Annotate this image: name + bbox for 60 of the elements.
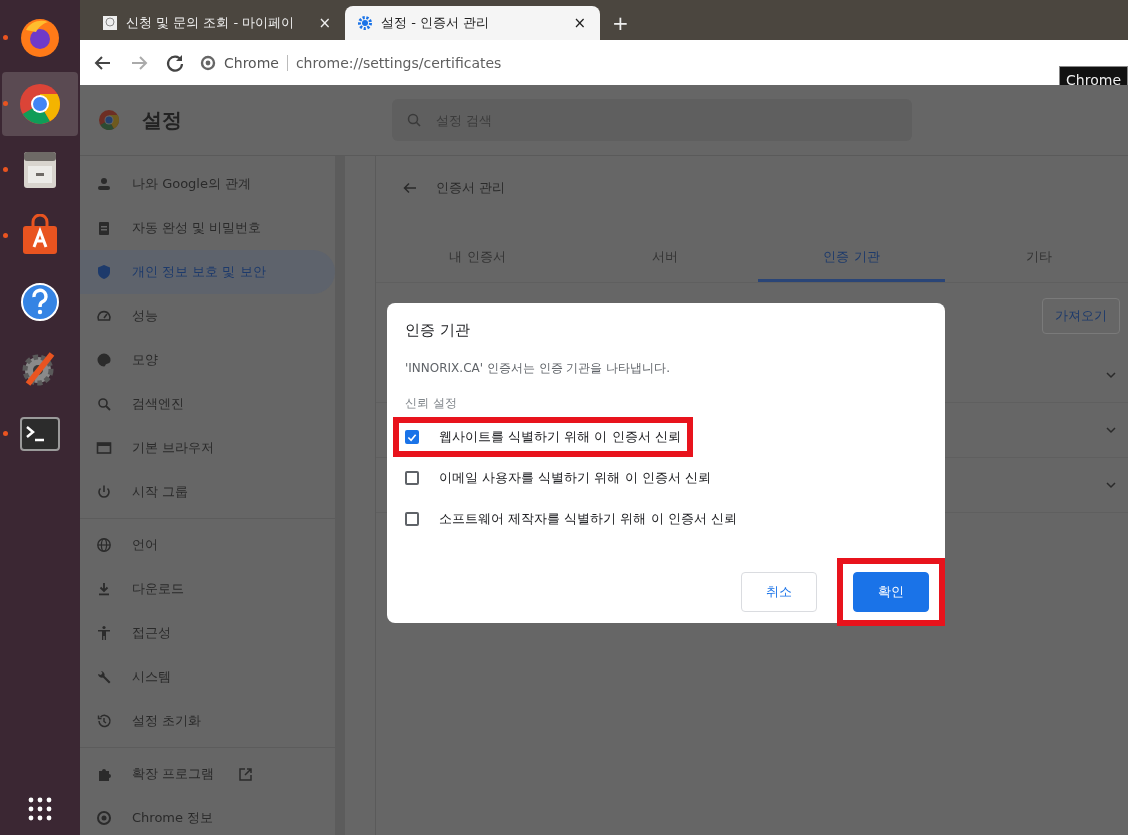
sidebar-item[interactable]: 모양 bbox=[80, 338, 335, 382]
page-title: 인증서 관리 bbox=[436, 179, 506, 197]
help-icon[interactable] bbox=[18, 280, 62, 324]
sidebar-item[interactable]: 기본 브라우저 bbox=[80, 426, 335, 470]
power-icon bbox=[96, 484, 112, 500]
checkbox[interactable] bbox=[405, 430, 419, 444]
sidebar-item[interactable]: 자동 완성 및 비밀번호 bbox=[80, 206, 335, 250]
url-text[interactable]: chrome://settings/certificates bbox=[295, 54, 502, 71]
dialog-title: 인증 기관 bbox=[405, 321, 471, 340]
person-figure-icon bbox=[96, 625, 112, 641]
import-button[interactable]: 가져오기 bbox=[1042, 298, 1120, 334]
search-icon bbox=[406, 112, 422, 128]
sidebar-item[interactable]: 성능 bbox=[80, 294, 335, 338]
download-icon bbox=[96, 581, 112, 597]
trust-option[interactable]: 웹사이트를 식별하기 위해 이 인증서 신뢰 bbox=[405, 425, 681, 449]
checkbox[interactable] bbox=[405, 471, 419, 485]
trust-option[interactable]: 소프트웨어 제작자를 식별하기 위해 이 인증서 신뢰 bbox=[405, 507, 737, 531]
close-button[interactable]: × bbox=[316, 14, 333, 32]
clock-icon bbox=[96, 713, 112, 729]
certificate-tab[interactable]: 인증 기관 bbox=[758, 234, 945, 282]
wrench-icon bbox=[96, 669, 112, 685]
section-label: 신뢰 설정 bbox=[405, 395, 458, 412]
ring-logo-icon bbox=[96, 810, 112, 826]
browser-tab[interactable]: 설정 - 인증서 관리 × bbox=[345, 6, 600, 40]
dialog-description: 'INNORIX.CA' 인증서는 인증 기관을 나타냅니다. bbox=[405, 360, 672, 377]
window-icon bbox=[96, 440, 112, 456]
site-label: Chrome bbox=[224, 54, 279, 71]
close-button[interactable]: × bbox=[571, 14, 588, 32]
settings-title: 설정 bbox=[142, 106, 183, 134]
ring-logo-icon bbox=[200, 54, 216, 71]
sidebar-item[interactable]: 다운로드 bbox=[80, 567, 335, 611]
sidebar-item[interactable]: Chrome 정보 bbox=[80, 796, 335, 835]
sidebar-item[interactable]: 나와 Google의 관계 bbox=[80, 162, 335, 206]
gauge-icon bbox=[96, 308, 112, 324]
sidebar-item[interactable]: 검색엔진 bbox=[80, 382, 335, 426]
sidebar-item[interactable]: 언어 bbox=[80, 523, 335, 567]
sidebar-item[interactable]: 확장 프로그램 bbox=[80, 752, 335, 796]
external-link-icon bbox=[238, 766, 254, 782]
puzzle-icon bbox=[96, 766, 112, 782]
cancel-button[interactable]: 취소 bbox=[741, 572, 817, 612]
sidebar-item[interactable]: 시작 그룹 bbox=[80, 470, 335, 514]
search-icon bbox=[96, 396, 112, 412]
shield-icon bbox=[96, 264, 112, 280]
new-tab-button[interactable]: + bbox=[600, 6, 641, 40]
confirm-button[interactable]: 확인 bbox=[853, 572, 929, 612]
gear-icon bbox=[357, 15, 373, 31]
page-thumbnail-icon bbox=[102, 15, 118, 31]
person-icon bbox=[96, 176, 112, 192]
sidebar-item[interactable]: 시스템 bbox=[80, 655, 335, 699]
checkbox[interactable] bbox=[405, 512, 419, 526]
browser-logo-icon[interactable] bbox=[18, 82, 62, 126]
browser-tab[interactable]: 신청 및 문의 조회 - 마이페이 × bbox=[90, 6, 345, 40]
sidebar-item[interactable]: 접근성 bbox=[80, 611, 335, 655]
trust-option[interactable]: 이메일 사용자를 식별하기 위해 이 인증서 신뢰 bbox=[405, 466, 711, 490]
app-grid-icon[interactable] bbox=[28, 797, 52, 821]
clipboard-icon bbox=[96, 220, 112, 236]
globe-icon bbox=[96, 537, 112, 553]
sidebar-item[interactable]: 설정 초기화 bbox=[80, 699, 335, 743]
browser-logo-icon bbox=[98, 109, 120, 131]
sidebar-item[interactable]: 개인 정보 보호 및 보안 bbox=[80, 250, 335, 294]
